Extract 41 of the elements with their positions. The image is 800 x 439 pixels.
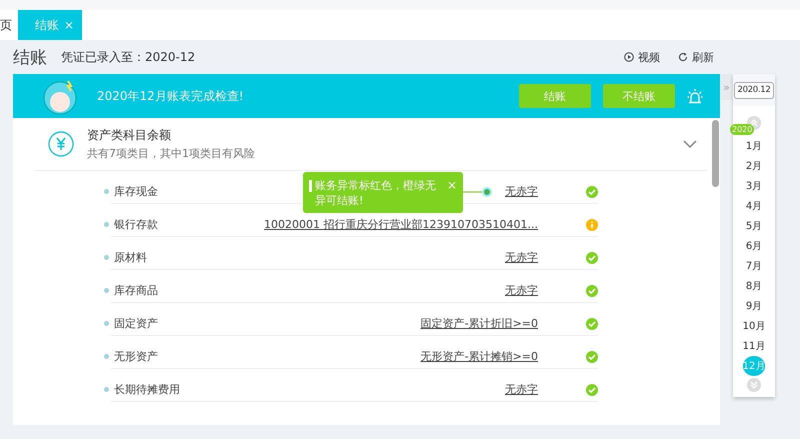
page-title: 结账 xyxy=(13,46,47,68)
period-field[interactable]: 2020.12 xyxy=(734,82,774,98)
section-summary: 共有7项类目，其中1项类目有风险 xyxy=(87,146,255,161)
item-name: 长期待摊费用 xyxy=(114,382,180,397)
item-name: 库存商品 xyxy=(114,283,158,298)
scrollbar[interactable] xyxy=(712,120,719,187)
month-item[interactable]: 1月 xyxy=(746,136,762,156)
item-value-link[interactable]: 固定资产-累计折旧>=0 xyxy=(420,316,538,331)
section-title: 资产类科目余额 xyxy=(87,127,172,144)
item-name: 库存现金 xyxy=(114,184,158,199)
month-item[interactable]: 9月 xyxy=(746,296,762,316)
month-item[interactable]: 6月 xyxy=(746,236,762,256)
video-link[interactable]: 视频 xyxy=(624,50,660,64)
item-value-link[interactable]: 无形资产-累计摊销>=0 xyxy=(420,349,538,364)
year-badge: 2020 xyxy=(730,124,754,135)
month-item[interactable]: 10月 xyxy=(742,316,766,336)
item-value-link[interactable]: 无赤字 xyxy=(505,382,538,397)
yen-icon xyxy=(48,131,74,157)
month-item[interactable]: 8月 xyxy=(746,276,762,296)
item-name: 无形资产 xyxy=(114,349,158,364)
item-name: 固定资产 xyxy=(114,316,158,331)
month-item[interactable]: 2月 xyxy=(746,156,762,176)
banner-message: 2020年12月账表完成检查! xyxy=(97,88,244,104)
item-value-link[interactable]: 无赤字 xyxy=(505,283,538,298)
alarm-icon[interactable] xyxy=(687,88,703,104)
item-name: 原材料 xyxy=(114,250,147,265)
item-name: 银行存款 xyxy=(114,217,158,232)
item-value-link[interactable]: 无赤字 xyxy=(505,184,538,199)
month-item[interactable]: 3月 xyxy=(746,176,762,196)
refresh-icon xyxy=(678,52,688,62)
month-item[interactable]: 7月 xyxy=(746,256,762,276)
voucher-status: 凭证已录入至：2020-12 xyxy=(61,48,196,66)
tooltip-text: 账务异常标红色，橙绿无异可结账! xyxy=(315,178,437,208)
play-icon xyxy=(624,52,634,62)
down-icon[interactable] xyxy=(747,378,761,392)
item-value-link[interactable]: 无赤字 xyxy=(505,250,538,265)
month-item[interactable]: 4月 xyxy=(746,196,762,216)
month-item[interactable]: 11月 xyxy=(742,336,766,356)
month-item[interactable]: 5月 xyxy=(746,216,762,236)
refresh-link[interactable]: 刷新 xyxy=(678,50,714,64)
item-value-link[interactable]: 10020001 招行重庆分行营业部123910703510401... xyxy=(264,217,538,232)
